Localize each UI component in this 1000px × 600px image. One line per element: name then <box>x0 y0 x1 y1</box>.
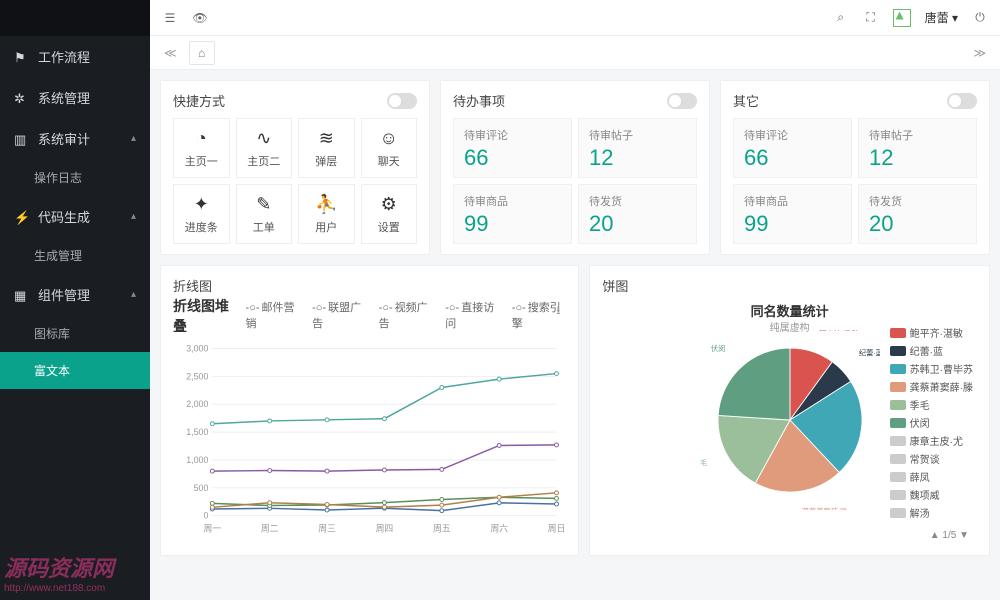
quick-cell[interactable]: ◔主页一 <box>173 118 230 178</box>
line-chart-svg: 3,000 2,500 2,000 1,500 1,000 500 0 周一 周二 周三 周四 周五 周… <box>173 337 566 537</box>
gear-icon: ⚙ <box>381 194 397 215</box>
quick-cell[interactable]: ⛹用户 <box>298 184 355 244</box>
sidebar-logo <box>0 0 150 36</box>
topbar: ☰ 👁 ⌕ ⛶ 唐蕾 ▾ ⏻ <box>150 0 1000 36</box>
line-chart-card: 折线图 ⭳ 折线图堆叠 邮件营销联盟广告视频广告直接访问搜索引擎 3,000 2,… <box>160 265 579 556</box>
pie-legend: 鲍平齐·湛敏纪蕾·蓝苏韩卫·曹毕苏龚蔡萧窦薛·滕季毛伏闵康章主皮·尤常贺谈薛凤魏… <box>890 325 973 523</box>
svg-text:周三: 周三 <box>318 523 336 533</box>
quick-card: 快捷方式 ◔主页一∿主页二≋弹层☺聊天 ✦进度条✎工单⛹用户⚙设置 <box>160 80 430 255</box>
quick-cell[interactable]: ∿主页二 <box>236 118 293 178</box>
svg-text:纪蕾·蓝: 纪蕾·蓝 <box>859 348 880 357</box>
todo-card: 待办事项 待审评论66待审帖子12待审商品99待发货20 <box>440 80 710 255</box>
fullscreen-icon[interactable]: ⛶ <box>863 10 879 26</box>
svg-text:周四: 周四 <box>376 523 394 533</box>
quick-cell[interactable]: ⚙设置 <box>361 184 418 244</box>
svg-text:2,000: 2,000 <box>186 399 208 409</box>
layers-icon: ≋ <box>319 128 334 149</box>
tab-scroll-right[interactable]: ≫ <box>969 42 990 64</box>
svg-text:周六: 周六 <box>490 522 508 533</box>
user-icon: ⛹ <box>315 194 337 215</box>
stat-cell[interactable]: 待发货20 <box>578 184 697 244</box>
main-area: ☰ 👁 ⌕ ⛶ 唐蕾 ▾ ⏻ ≪ ⌂ ≫ 快捷方式 ◔主页一∿主页二≋弹层☺聊天… <box>150 0 1000 600</box>
nav-item[interactable]: ⚑工作流程 <box>0 36 150 77</box>
nav-sub-item[interactable]: 图标库 <box>0 315 150 352</box>
svg-text:龚蔡萧窦薛·滕: 龚蔡萧窦薛·滕 <box>802 507 848 510</box>
chevron-up-icon: ▴ <box>131 289 136 300</box>
svg-text:周一: 周一 <box>203 523 221 533</box>
face-icon: ☺ <box>380 128 398 149</box>
todo-toggle[interactable] <box>667 93 697 109</box>
quick-cell[interactable]: ✦进度条 <box>173 184 230 244</box>
quick-cell[interactable]: ✎工单 <box>236 184 293 244</box>
avatar[interactable] <box>893 9 911 27</box>
other-card: 其它 待审评论66待审帖子12待审商品99待发货20 <box>720 80 990 255</box>
pie-chart-svg: 鲍平齐·湛敏纪蕾·蓝苏韩卫·曹毕苏龚蔡萧窦薛·滕季毛伏闵 <box>700 330 880 510</box>
line-chart-title: 折线图堆叠 <box>173 296 238 336</box>
quick-title: 快捷方式 <box>173 91 225 110</box>
svg-text:季毛: 季毛 <box>700 459 707 468</box>
svg-text:3,000: 3,000 <box>186 343 208 353</box>
nav-item[interactable]: ▥系统审计▴ <box>0 118 150 159</box>
nav-item[interactable]: ✲系统管理 <box>0 77 150 118</box>
quick-toggle[interactable] <box>387 93 417 109</box>
tab-scroll-left[interactable]: ≪ <box>160 42 181 64</box>
pie-chart-subtitle: 纯属虚构 <box>770 319 810 334</box>
compass-icon: ✦ <box>194 194 209 215</box>
quick-cell[interactable]: ☺聊天 <box>361 118 418 178</box>
svg-text:1,000: 1,000 <box>186 455 208 465</box>
nav-sub-item[interactable]: 生成管理 <box>0 237 150 274</box>
stat-cell[interactable]: 待审帖子12 <box>578 118 697 178</box>
stat-cell[interactable]: 待审评论66 <box>453 118 572 178</box>
eye-icon[interactable]: 👁 <box>192 10 208 26</box>
pulse-icon: ∿ <box>256 128 271 149</box>
menu-toggle-icon[interactable]: ☰ <box>162 10 178 26</box>
stat-cell[interactable]: 待审帖子12 <box>858 118 977 178</box>
pie-chart-card: 饼图 同名数量统计 纯属虚构 鲍平齐·湛敏纪蕾·蓝苏韩卫·曹毕苏龚蔡萧窦薛·滕季… <box>589 265 990 556</box>
svg-text:0: 0 <box>203 511 208 521</box>
svg-text:500: 500 <box>194 483 209 493</box>
username-dropdown[interactable]: 唐蕾 ▾ <box>925 9 958 26</box>
tabbar: ≪ ⌂ ≫ <box>150 36 1000 70</box>
svg-text:周五: 周五 <box>433 523 451 533</box>
chevron-up-icon: ▴ <box>131 133 136 144</box>
chevron-up-icon: ▴ <box>131 211 136 222</box>
line-chart-legend: 邮件营销联盟广告视频广告直接访问搜索引擎 <box>246 299 567 331</box>
nav-sub-item[interactable]: 操作日志 <box>0 159 150 196</box>
doc-icon: ✎ <box>256 194 271 215</box>
other-toggle[interactable] <box>947 93 977 109</box>
sidebar: ⚑工作流程✲系统管理▥系统审计▴操作日志⚡代码生成▴生成管理▦组件管理▴图标库富… <box>0 0 150 600</box>
download-icon[interactable]: ⭳ <box>556 301 560 322</box>
pie-panel-title: 饼图 <box>602 276 977 295</box>
svg-text:伏闵: 伏闵 <box>711 344 725 353</box>
pie-pager[interactable]: ▲ 1/5 ▼ <box>930 530 969 541</box>
dashboard-icon[interactable]: ⌕ <box>833 10 849 26</box>
stat-cell[interactable]: 待审商品99 <box>453 184 572 244</box>
quick-cell[interactable]: ≋弹层 <box>298 118 355 178</box>
pie-chart-title: 同名数量统计 <box>751 301 829 320</box>
svg-text:1,500: 1,500 <box>186 427 208 437</box>
line-panel-title: 折线图 <box>173 276 566 295</box>
gauge-icon: ◔ <box>196 128 207 149</box>
svg-text:2,500: 2,500 <box>186 371 208 381</box>
content: 快捷方式 ◔主页一∿主页二≋弹层☺聊天 ✦进度条✎工单⛹用户⚙设置 待办事项 待审… <box>150 70 1000 600</box>
svg-text:鲍平齐·湛敏: 鲍平齐·湛敏 <box>819 330 857 332</box>
other-title: 其它 <box>733 91 759 110</box>
nav-sub-item[interactable]: 富文本 <box>0 352 150 389</box>
stat-cell[interactable]: 待审商品99 <box>733 184 852 244</box>
home-tab[interactable]: ⌂ <box>189 41 215 65</box>
power-icon[interactable]: ⏻ <box>972 10 988 26</box>
stat-cell[interactable]: 待审评论66 <box>733 118 852 178</box>
todo-title: 待办事项 <box>453 91 505 110</box>
nav-item[interactable]: ⚡代码生成▴ <box>0 196 150 237</box>
svg-text:周日: 周日 <box>548 523 566 533</box>
stat-cell[interactable]: 待发货20 <box>858 184 977 244</box>
nav-item[interactable]: ▦组件管理▴ <box>0 274 150 315</box>
svg-text:周二: 周二 <box>261 523 279 533</box>
